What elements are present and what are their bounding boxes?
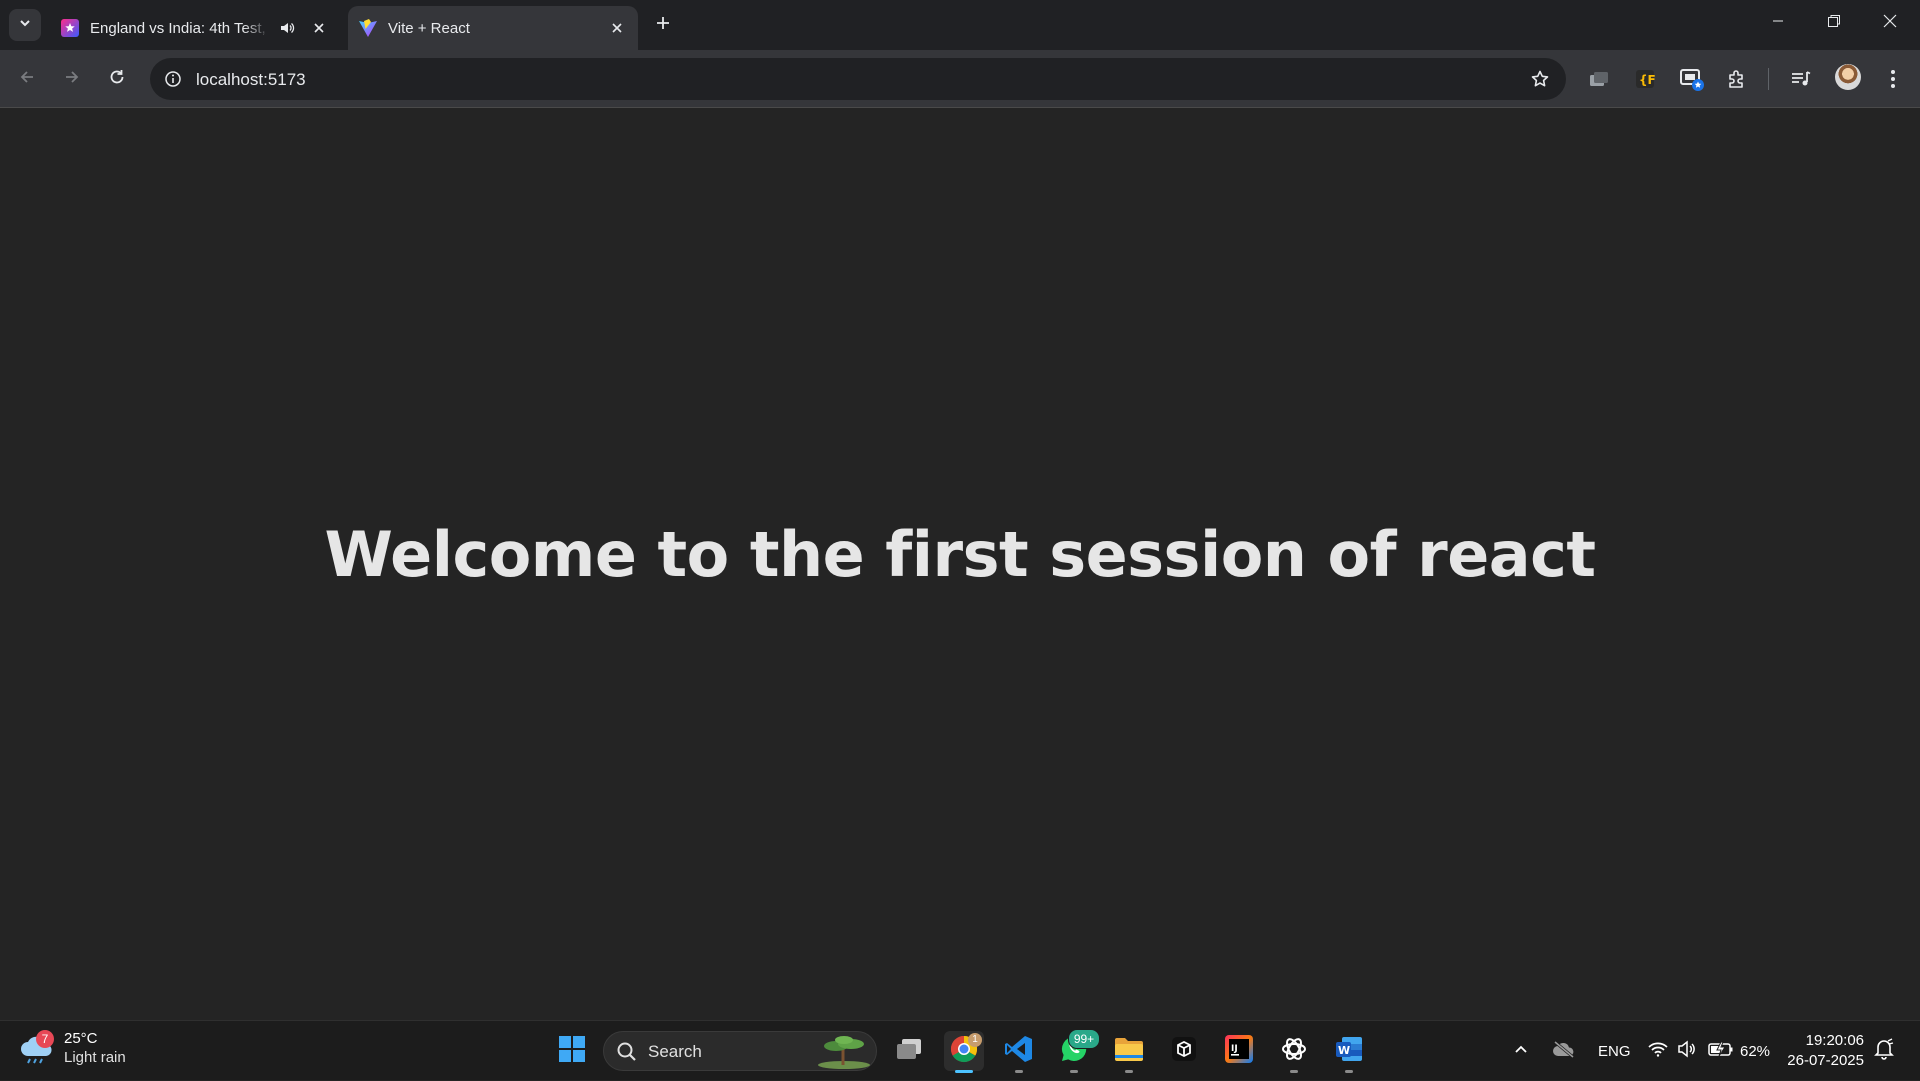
tab-england-vs-india[interactable]: England vs India: 4th Test, Day 4 — [50, 6, 342, 50]
arrow-left-icon — [18, 68, 36, 91]
minimize-icon — [1772, 14, 1784, 32]
page-content: Welcome to the first session of react — [0, 108, 1920, 1020]
system-clock[interactable]: 19:20:06 26-07-2025 — [1782, 1031, 1864, 1071]
task-view-icon — [895, 1037, 923, 1066]
restore-icon — [1827, 14, 1841, 33]
running-indicator — [1125, 1070, 1133, 1073]
extension-window-star-icon[interactable] — [1677, 64, 1707, 94]
search-label: Search — [648, 1042, 702, 1061]
word-taskbar-button[interactable]: W — [1329, 1031, 1369, 1073]
search-icon — [616, 1041, 638, 1068]
close-tab-icon[interactable] — [606, 17, 628, 39]
speaker-icon — [1677, 1039, 1697, 1063]
battery-tray[interactable]: 62% — [1708, 1021, 1770, 1081]
task-view-button[interactable] — [889, 1031, 929, 1071]
running-indicator — [1015, 1070, 1023, 1073]
svg-text:W: W — [1338, 1044, 1350, 1057]
start-button[interactable] — [552, 1031, 592, 1071]
search-highlight-tree-icon — [816, 1034, 872, 1075]
restore-window-button[interactable] — [1806, 0, 1862, 46]
windows-taskbar: 7 25°C Light rain Search 1 99+ IJ W ENG … — [0, 1020, 1920, 1080]
cricket-site-favicon-icon — [60, 18, 80, 38]
chrome-notification-badge: 1 — [968, 1033, 982, 1047]
volume-tray-icon[interactable] — [1677, 1021, 1697, 1081]
word-icon: W — [1334, 1035, 1364, 1068]
windows-logo-icon — [558, 1035, 586, 1068]
toolbar-separator — [1768, 68, 1769, 90]
running-indicator — [1070, 1070, 1078, 1073]
tab-strip: England vs India: 4th Test, Day 4 Vite +… — [0, 0, 1920, 50]
svg-text:{F: {F — [1639, 73, 1655, 87]
running-indicator — [955, 1070, 973, 1073]
forward-button[interactable] — [57, 64, 87, 94]
weather-condition: Light rain — [64, 1049, 126, 1066]
svg-text:IJ: IJ — [1231, 1044, 1238, 1054]
extensions-puzzle-icon[interactable] — [1722, 64, 1752, 94]
cloud-offline-icon — [1552, 1040, 1576, 1063]
page-heading: Welcome to the first session of react — [324, 517, 1596, 591]
extension-f-icon[interactable]: {F — [1630, 64, 1660, 94]
notification-bell-icon — [1874, 1037, 1894, 1065]
weather-cloud-rain-icon: 7 — [18, 1030, 58, 1066]
whatsapp-taskbar-button[interactable]: 99+ — [1054, 1029, 1100, 1073]
plus-icon — [655, 15, 671, 36]
chrome-taskbar-button[interactable]: 1 — [944, 1031, 984, 1073]
site-info-icon[interactable] — [162, 68, 184, 90]
battery-charging-icon — [1708, 1041, 1734, 1062]
tab-search-button[interactable] — [9, 9, 41, 41]
clock-date: 26-07-2025 — [1787, 1052, 1864, 1069]
intellij-taskbar-button[interactable]: IJ — [1219, 1031, 1259, 1071]
chatgpt-icon — [1279, 1034, 1309, 1069]
tab-title: Vite + React — [388, 19, 470, 37]
chevron-up-icon — [1513, 1041, 1529, 1062]
speaker-icon[interactable] — [276, 17, 298, 39]
back-button[interactable] — [12, 64, 42, 94]
box-app-icon — [1171, 1036, 1197, 1067]
wifi-tray-icon[interactable] — [1648, 1021, 1668, 1081]
browser-menu-icon[interactable] — [1878, 64, 1908, 94]
tab-title: England vs India: 4th Test, Day 4 — [90, 19, 270, 37]
reload-button[interactable] — [102, 64, 132, 94]
reload-icon — [108, 68, 126, 91]
close-icon — [1883, 14, 1897, 33]
whatsapp-unread-badge: 99+ — [1068, 1029, 1100, 1049]
wifi-icon — [1648, 1041, 1668, 1062]
running-indicator — [1290, 1070, 1298, 1073]
vscode-taskbar-button[interactable] — [999, 1031, 1039, 1073]
taskbar-search-box[interactable]: Search — [603, 1031, 877, 1071]
file-explorer-taskbar-button[interactable] — [1109, 1031, 1149, 1073]
notifications-button[interactable] — [1874, 1021, 1894, 1081]
weather-temperature: 25°C — [64, 1030, 98, 1047]
profile-avatar[interactable] — [1835, 64, 1861, 90]
minimize-window-button[interactable] — [1750, 0, 1806, 46]
weather-widget[interactable]: 7 25°C Light rain — [18, 1029, 126, 1067]
vscode-icon — [1004, 1034, 1034, 1069]
intellij-icon: IJ — [1224, 1034, 1254, 1069]
bookmark-star-icon[interactable] — [1528, 67, 1552, 91]
battery-percent: 62% — [1740, 1042, 1771, 1060]
clock-time: 19:20:06 — [1805, 1032, 1864, 1049]
address-bar[interactable]: localhost:5173 — [150, 58, 1566, 100]
show-hidden-icons-button[interactable] — [1513, 1021, 1529, 1081]
tab-vite-react[interactable]: Vite + React — [348, 6, 638, 50]
running-indicator — [1345, 1070, 1353, 1073]
close-window-button[interactable] — [1862, 0, 1918, 46]
folder-icon — [1113, 1035, 1145, 1068]
app-box-taskbar-button[interactable] — [1164, 1031, 1204, 1071]
input-language[interactable]: ENG — [1598, 1021, 1631, 1081]
vite-favicon-icon — [358, 18, 378, 38]
url-text[interactable]: localhost:5173 — [196, 70, 306, 90]
chatgpt-taskbar-button[interactable] — [1274, 1031, 1314, 1073]
chevron-down-icon — [18, 16, 32, 35]
new-tab-button[interactable] — [648, 10, 678, 40]
weather-alert-badge: 7 — [36, 1030, 54, 1048]
media-controls-icon[interactable] — [1786, 64, 1816, 94]
arrow-right-icon — [63, 68, 81, 91]
browser-toolbar: localhost:5173 {F — [0, 50, 1920, 108]
close-tab-icon[interactable] — [308, 17, 330, 39]
onedrive-tray-icon[interactable] — [1552, 1021, 1576, 1081]
extension-cards-icon[interactable] — [1584, 64, 1614, 94]
